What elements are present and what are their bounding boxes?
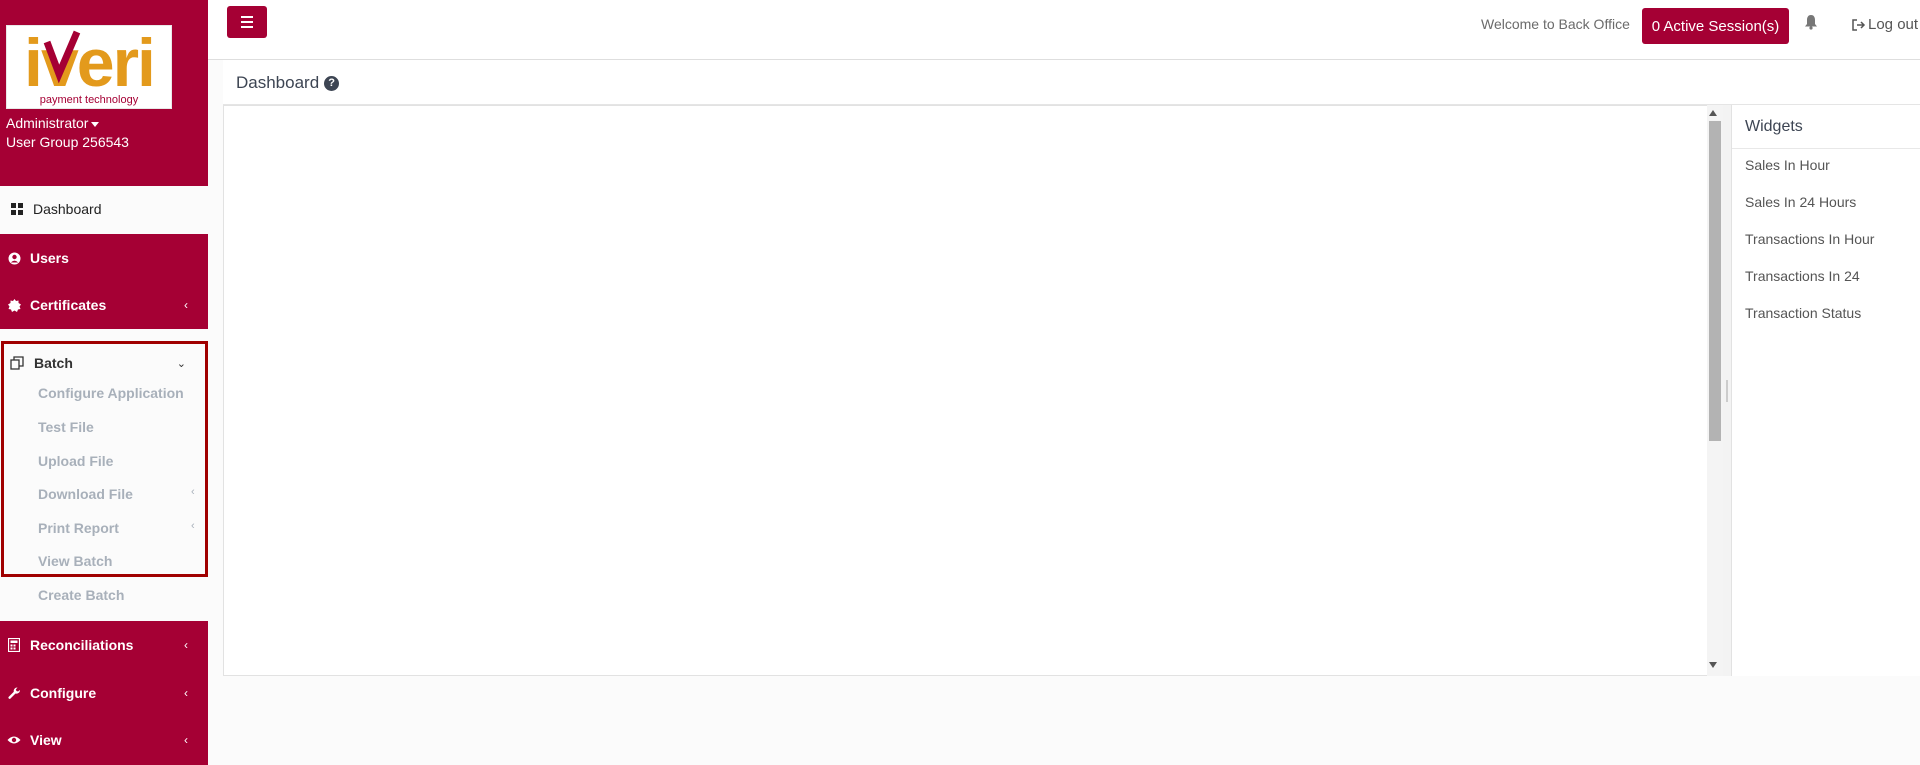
- logout-link[interactable]: Log out: [1852, 16, 1918, 33]
- sidebar-item-label: Certificates: [30, 297, 107, 313]
- sidebar-item-reconciliations[interactable]: Reconciliations ‹: [0, 625, 208, 665]
- widget-sales-in-hour[interactable]: Sales In Hour: [1745, 157, 1830, 173]
- widgets-title: Widgets: [1745, 118, 1803, 135]
- sidebar-item-label: Reconciliations: [30, 637, 134, 653]
- sidebar-item-label: Batch: [34, 355, 73, 371]
- bell-icon[interactable]: [1804, 14, 1818, 35]
- scroll-down-arrow-icon[interactable]: [1709, 662, 1717, 668]
- wrench-icon: [7, 686, 21, 700]
- page-title: Dashboard ?: [236, 73, 340, 93]
- sidebar-item-label: Dashboard: [33, 201, 102, 217]
- user-circle-icon: [7, 251, 21, 265]
- menu-toggle-button[interactable]: [227, 6, 267, 38]
- user-name: Administrator: [6, 115, 89, 131]
- iveri-logo[interactable]: iveri payment technology: [6, 25, 172, 109]
- logout-label: Log out: [1868, 16, 1919, 33]
- chevron-left-icon: ‹: [184, 638, 188, 652]
- eye-icon: [7, 733, 21, 747]
- active-sessions-button[interactable]: 0 Active Session(s): [1642, 8, 1789, 44]
- sidebar-item-label: View: [30, 732, 62, 748]
- chevron-left-icon: ‹: [191, 486, 195, 498]
- calculator-icon: [7, 638, 21, 652]
- page-header: Dashboard ?: [223, 60, 1920, 105]
- dashboard-canvas: [223, 105, 1723, 676]
- divider: [1732, 148, 1920, 149]
- batch-item-create-batch[interactable]: Create Batch: [38, 587, 124, 603]
- batch-item-view-batch[interactable]: View Batch: [38, 553, 112, 569]
- sidebar-item-dashboard[interactable]: Dashboard: [0, 190, 208, 228]
- sidebar-item-configure[interactable]: Configure ‹: [0, 673, 208, 713]
- batch-item-download-file[interactable]: Download File: [38, 486, 133, 502]
- batch-item-test-file[interactable]: Test File: [38, 419, 94, 435]
- widget-transaction-status[interactable]: Transaction Status: [1745, 305, 1861, 321]
- sidebar-item-view[interactable]: View ‹: [0, 720, 208, 760]
- scrollbar-thumb[interactable]: [1709, 121, 1721, 441]
- question-circle-icon[interactable]: ?: [324, 75, 340, 91]
- hamburger-icon: [241, 16, 253, 18]
- widget-transactions-in-24[interactable]: Transactions In 24: [1745, 268, 1860, 284]
- hamburger-icon-line: [241, 26, 253, 28]
- widget-sales-in-24-hours[interactable]: Sales In 24 Hours: [1745, 194, 1856, 210]
- chevron-left-icon: ‹: [184, 686, 188, 700]
- sidebar-item-batch[interactable]: Batch ⌄: [0, 343, 208, 383]
- svg-text:payment technology: payment technology: [40, 94, 139, 106]
- chevron-left-icon: ‹: [184, 733, 188, 747]
- batch-item-configure-application[interactable]: Configure Application: [38, 385, 184, 401]
- widgets-panel: Widgets Sales In Hour Sales In 24 Hours …: [1731, 105, 1920, 676]
- chevron-left-icon: ‹: [191, 520, 195, 532]
- sign-out-icon: [1852, 18, 1866, 31]
- batch-item-print-report[interactable]: Print Report: [38, 520, 119, 536]
- svg-text:iveri: iveri: [24, 26, 154, 101]
- welcome-text: Welcome to Back Office: [1481, 16, 1630, 32]
- user-group: User Group 256543: [6, 134, 129, 150]
- widget-transactions-in-hour[interactable]: Transactions In Hour: [1745, 231, 1874, 247]
- grid-icon: [10, 202, 24, 216]
- page-title-text: Dashboard: [236, 73, 320, 92]
- chevron-left-icon: ‹: [184, 298, 188, 312]
- batch-item-upload-file[interactable]: Upload File: [38, 453, 113, 469]
- copy-icon: [10, 356, 24, 370]
- sidebar-brand: iveri payment technology Administrator U…: [0, 0, 208, 186]
- sidebar: iveri payment technology Administrator U…: [0, 0, 208, 765]
- certificate-icon: [7, 298, 21, 312]
- chevron-down-icon: ⌄: [176, 357, 186, 370]
- sidebar-item-users[interactable]: Users: [0, 238, 208, 278]
- caret-down-icon: [91, 121, 100, 127]
- sidebar-item-certificates[interactable]: Certificates ‹: [0, 285, 208, 325]
- user-menu[interactable]: Administrator: [6, 115, 100, 131]
- sidebar-item-label: Configure: [30, 685, 97, 701]
- hamburger-icon-line: [241, 21, 253, 23]
- splitter-grip-icon[interactable]: [1726, 380, 1728, 402]
- sidebar-item-label: Users: [30, 250, 69, 266]
- scroll-up-arrow-icon[interactable]: [1709, 110, 1717, 116]
